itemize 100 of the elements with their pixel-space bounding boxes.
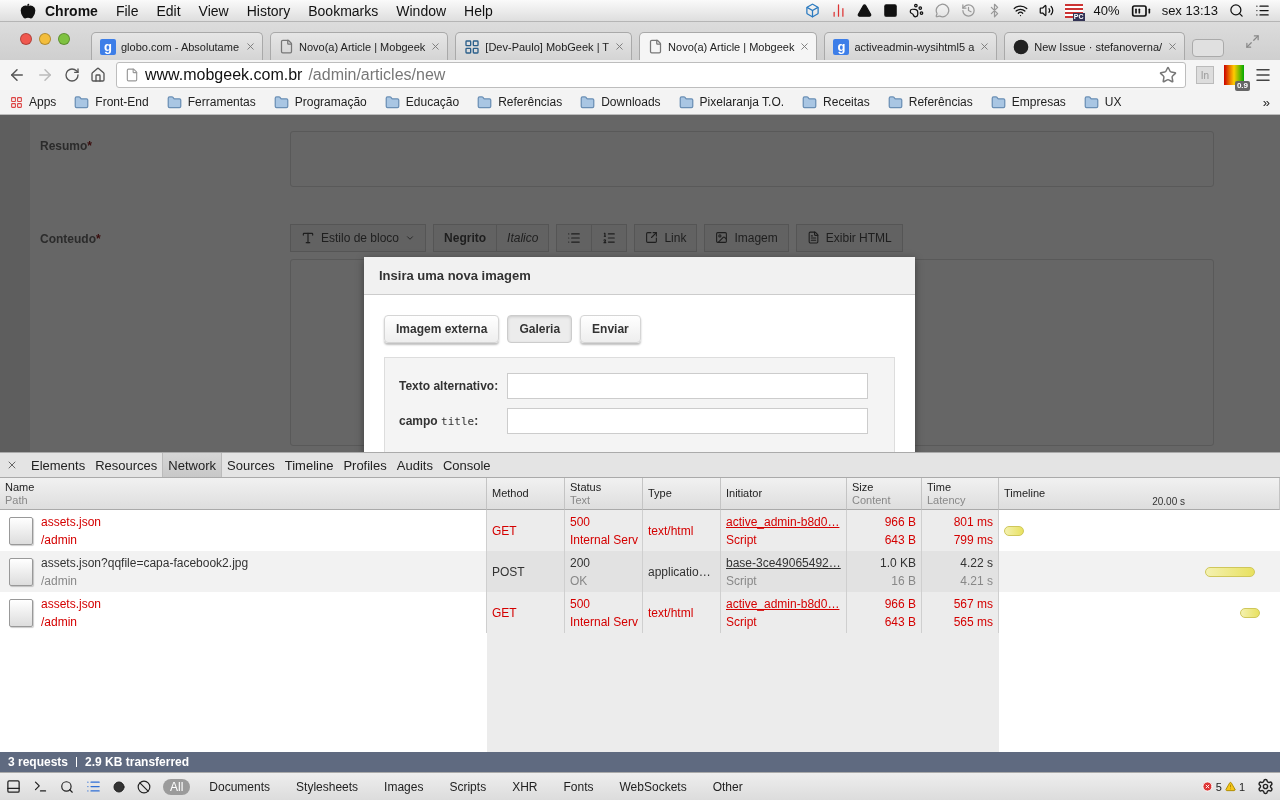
dialog-tab[interactable]: Galeria [507,315,573,343]
bookmark-folder[interactable]: Ferramentas [187,95,256,109]
menu-item[interactable]: Help [455,2,502,19]
initiator-link[interactable]: base-3ce49065492… [726,555,841,570]
column-header[interactable]: Timeline 20.00 s [999,478,1280,510]
browser-tab[interactable]: g globo.com - Absolutame [91,32,263,60]
dialog-tab[interactable]: Enviar [580,315,641,343]
clear-icon[interactable] [137,779,151,794]
initiator-link[interactable]: active_admin-b8d0… [726,596,840,611]
menu-item[interactable]: Bookmarks [299,2,388,19]
menu-item[interactable]: Edit [147,2,190,19]
bookmark-folder[interactable]: Front-End [95,95,149,109]
devtools-tab[interactable]: Elements [26,453,91,477]
filter-button[interactable]: Images [377,778,431,795]
menu-item[interactable]: View [189,2,238,19]
back-icon[interactable] [8,66,26,84]
fullscreen-icon[interactable] [1245,33,1261,49]
search-icon[interactable] [60,779,74,794]
initiator-link[interactable]: active_admin-b8d0… [726,514,840,529]
menu-item[interactable]: History [237,2,300,19]
filter-button[interactable]: XHR [505,778,545,795]
browser-tab[interactable]: [Dev-Paulo] MobGeek | T [455,32,633,60]
zoom-light[interactable] [58,33,70,45]
error-count: 5 [1215,780,1222,793]
paw-icon[interactable] [908,3,924,18]
record-icon[interactable] [113,780,125,793]
close-light[interactable] [20,33,32,45]
home-icon[interactable] [90,67,106,83]
more-bookmarks[interactable]: » [1262,94,1270,110]
close-icon[interactable] [799,41,811,52]
search-icon[interactable] [1229,3,1244,18]
bookmark-folder[interactable]: Referências [498,95,563,109]
filter-button[interactable]: Documents [202,778,278,795]
close-icon[interactable] [1167,41,1179,52]
close-icon[interactable] [6,459,18,471]
bookmark-folder[interactable]: UX [1104,95,1122,109]
volume-icon[interactable] [1038,3,1054,18]
bookmark-folder[interactable]: Empresas [1011,95,1066,109]
address-bar[interactable]: www.mobgeek.com.br /admin/articles/new [116,62,1186,88]
apps-link[interactable]: Apps [10,95,57,109]
history-icon[interactable] [960,3,976,18]
dialog-tab[interactable]: Imagem externa [384,315,500,343]
bookmark-folder[interactable]: Referências [908,95,973,109]
box-icon[interactable] [804,3,820,18]
triangle-icon[interactable] [856,3,872,18]
devtools-tab[interactable]: Network [162,453,223,477]
filter-button[interactable]: Fonts [556,778,601,795]
color-picker-icon[interactable] [1224,65,1244,85]
menu-item[interactable]: Chrome [36,2,107,19]
settings-icon[interactable] [1257,778,1274,795]
bookmark-star-icon[interactable] [1159,66,1177,84]
bookmark-folder[interactable]: Programação [294,95,367,109]
bookmark-folder[interactable]: Educação [405,95,460,109]
devtools-tab[interactable]: Audits [391,453,438,477]
filter-button[interactable]: Other [705,778,750,795]
column-header[interactable]: Time Latency [922,478,999,510]
devtools-tab[interactable]: Resources [90,453,163,477]
close-icon[interactable] [430,41,442,52]
list-icon[interactable] [1255,3,1270,18]
table-cell: 500 [570,596,591,611]
dock-icon[interactable] [6,779,21,794]
chat-icon[interactable] [934,3,950,18]
browser-tab[interactable]: g activeadmin-wysihtml5 a [824,32,998,60]
column-header[interactable]: Type [643,478,721,510]
close-icon[interactable] [245,41,256,52]
devtools-tab[interactable]: Timeline [279,453,339,477]
apple-icon[interactable] [20,2,36,19]
file-icon [9,516,33,545]
column-header[interactable]: Size Content [847,478,922,510]
devtools-tab[interactable]: Console [437,453,496,477]
close-icon[interactable] [614,41,626,52]
console-icon[interactable] [33,779,48,794]
bookmark-folder[interactable]: Pixelaranja T.O. [699,95,785,109]
wifi-icon[interactable] [1012,3,1028,18]
filter-button[interactable]: Stylesheets [289,778,366,795]
filter-button[interactable]: Scripts [442,778,494,795]
input-field[interactable] [507,408,868,434]
column-header[interactable]: Status Text [565,478,643,510]
close-icon[interactable] [979,41,991,52]
bookmark-folder[interactable]: Receitas [823,95,870,109]
table-cell: 799 ms [953,532,993,547]
menu-item[interactable]: File [106,2,148,19]
browser-tab[interactable]: New Issue · stefanoverna/ [1004,32,1186,60]
devtools-tab[interactable]: Profiles [338,453,392,477]
menu-icon[interactable] [1254,66,1272,84]
browser-tab[interactable]: Novo(a) Article | Mobgeek [639,32,818,60]
devtools-tab[interactable]: Sources [222,453,280,477]
menu-item[interactable]: Window [387,2,456,19]
column-header[interactable]: Initiator [721,478,847,510]
table-cell: 16 B [891,573,916,588]
column-header[interactable]: Name Path [0,478,487,510]
bookmark-folder[interactable]: Downloads [601,95,661,109]
column-header[interactable]: Method [487,478,565,510]
editor-button[interactable] [592,223,628,252]
reload-icon[interactable] [64,67,80,83]
input-field[interactable] [507,373,868,399]
bar-chart-icon[interactable] [830,3,846,18]
browser-tab[interactable]: Novo(a) Article | Mobgeek [270,32,449,60]
filter-button[interactable]: WebSockets [612,778,694,795]
square-icon[interactable] [882,3,898,18]
